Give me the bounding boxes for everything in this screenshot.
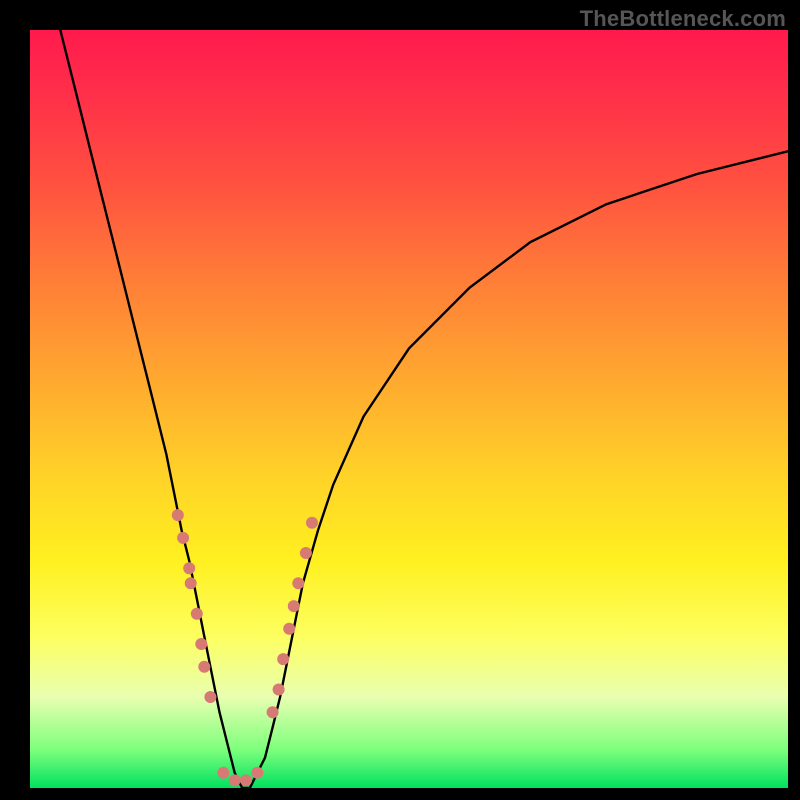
chart-frame: TheBottleneck.com — [0, 0, 800, 800]
data-markers — [172, 509, 318, 786]
left-branch-dots-dot — [198, 661, 210, 673]
left-branch-dots-dot — [195, 638, 207, 650]
right-branch-dots-dot — [288, 600, 300, 612]
right-branch-dots-dot — [283, 623, 295, 635]
left-branch-dots-dot — [183, 562, 195, 574]
right-branch-dots-dot — [267, 706, 279, 718]
left-branch-dots-dot — [177, 532, 189, 544]
plot-area — [30, 30, 788, 788]
right-branch-dots-dot — [273, 684, 285, 696]
bottom-dots-dot — [240, 774, 252, 786]
left-branch-dots-dot — [204, 691, 216, 703]
right-branch-dots-dot — [300, 547, 312, 559]
right-branch-dots-dot — [277, 653, 289, 665]
left-branch-dots-dot — [185, 577, 197, 589]
bottom-dots-dot — [251, 767, 263, 779]
left-branch-dots-dot — [191, 608, 203, 620]
curve-layer — [30, 30, 788, 788]
right-branch-dots-dot — [306, 517, 318, 529]
bottom-dots-dot — [229, 774, 241, 786]
bottleneck-curve — [60, 30, 788, 788]
right-branch-dots-dot — [292, 577, 304, 589]
watermark-text: TheBottleneck.com — [580, 6, 786, 32]
bottom-dots-dot — [217, 767, 229, 779]
left-branch-dots-dot — [172, 509, 184, 521]
